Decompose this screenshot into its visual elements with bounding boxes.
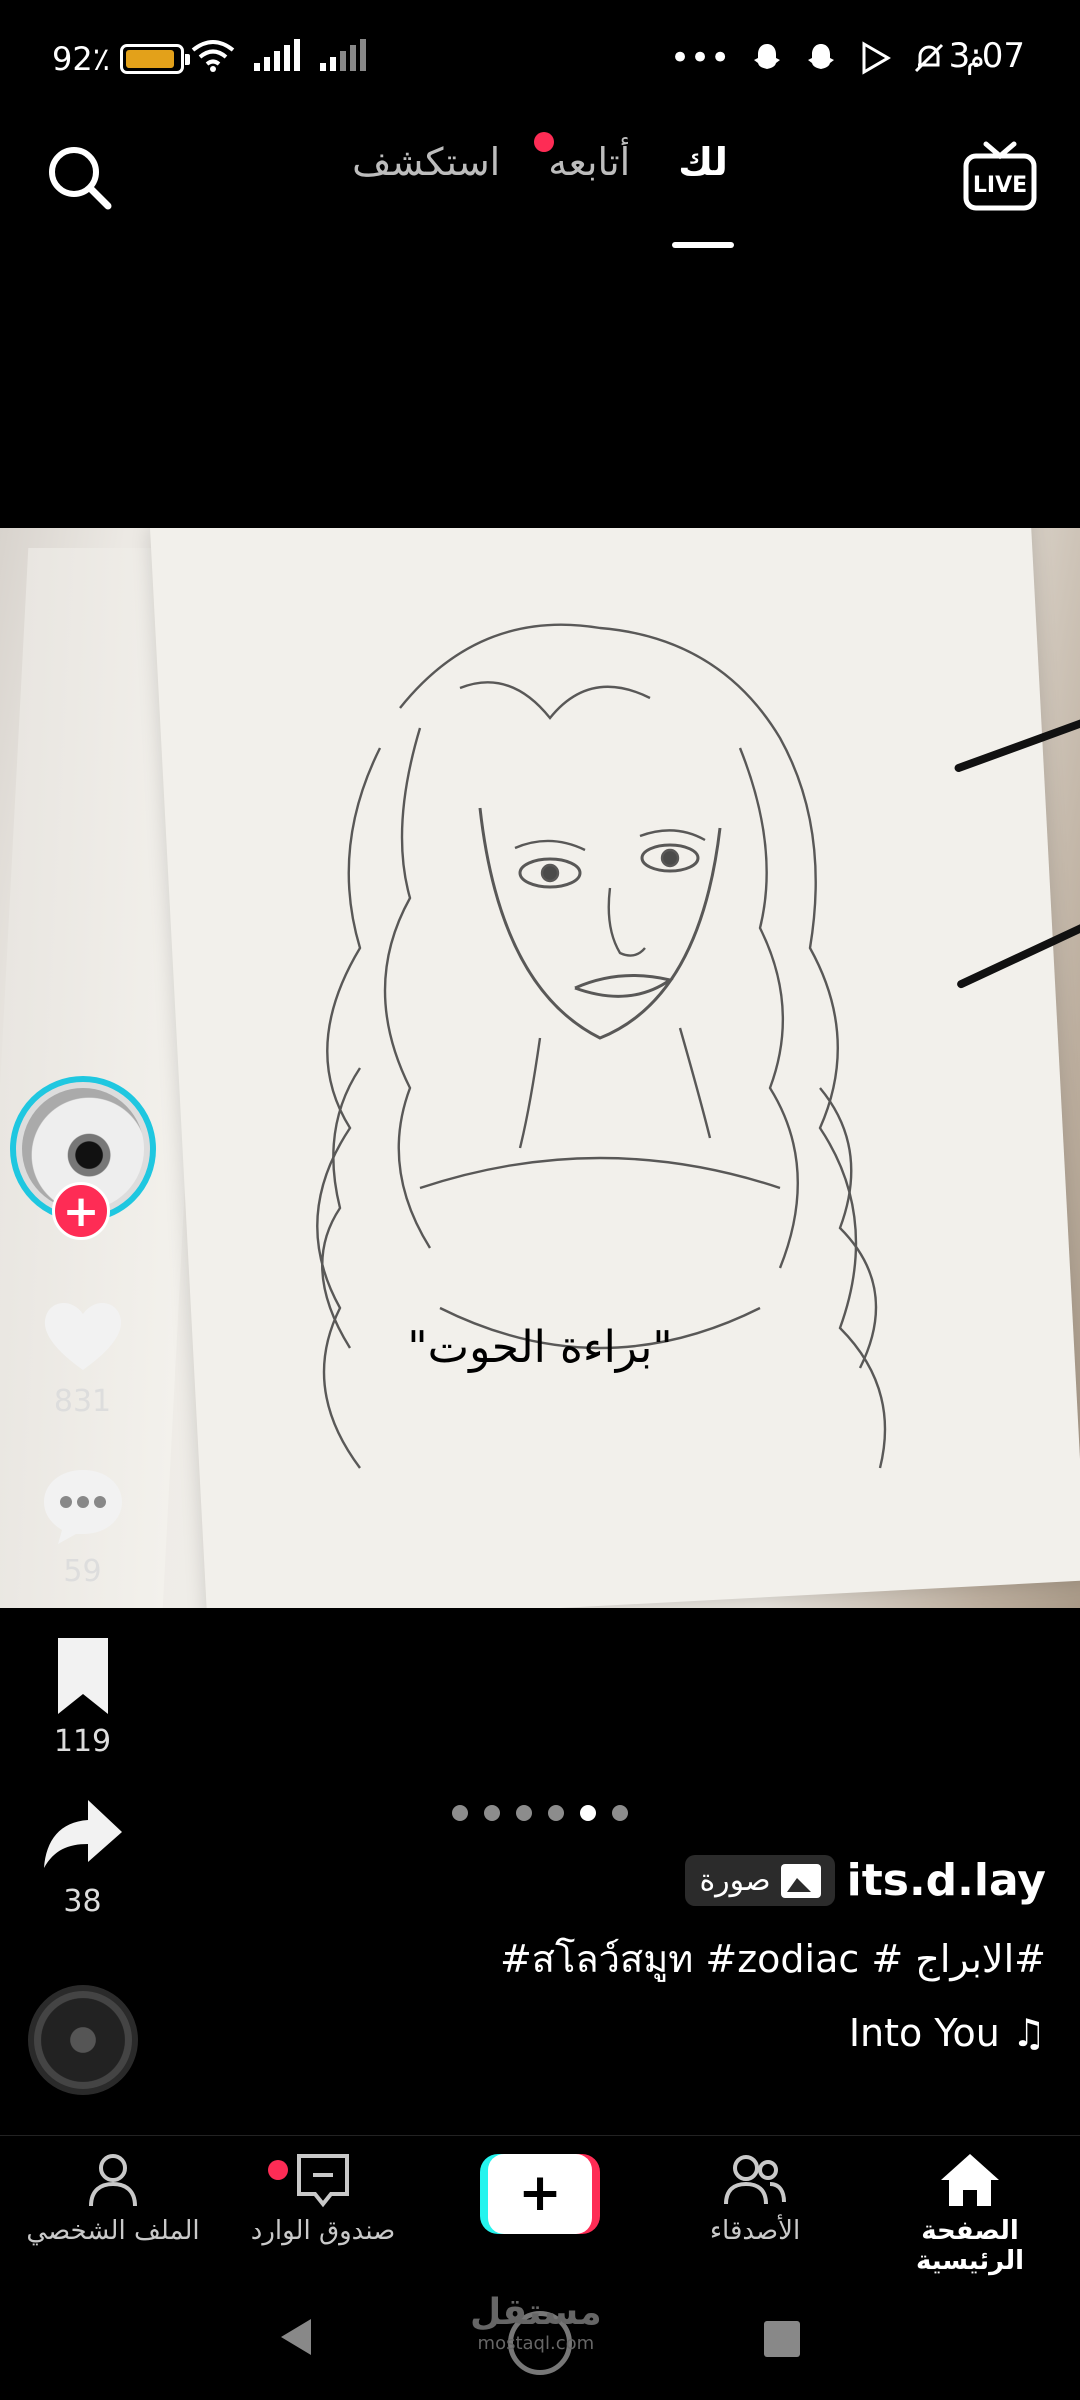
image-icon <box>780 1863 821 1898</box>
username[interactable]: its.d.lay <box>847 1855 1046 1906</box>
home-icon <box>941 2154 999 2206</box>
music-title[interactable]: Into You ♫ <box>146 2011 1046 2055</box>
profile-icon <box>89 2154 137 2207</box>
inbox-notification-dot <box>268 2160 288 2180</box>
tab-for-you[interactable]: لك <box>672 140 735 248</box>
top-nav: لك أتابعه استكشف LIVE <box>0 120 1080 248</box>
svg-text:LIVE: LIVE <box>973 173 1027 198</box>
nav-friends[interactable]: الأصدقاء <box>650 2150 860 2246</box>
tab-following[interactable]: أتابعه <box>534 132 630 230</box>
watermark: مستقل mostaql.com <box>470 2292 602 2354</box>
back-icon[interactable] <box>275 2315 315 2359</box>
post-info: its.d.lay صورة #الابراج # สโลว์สมูท #zod… <box>146 1855 1046 2055</box>
pager-dot <box>548 1805 564 1821</box>
muted-bell-icon <box>915 43 944 73</box>
bookmark-icon <box>57 1638 108 1714</box>
battery-icon <box>119 44 190 74</box>
cell-signal-icon <box>254 39 300 71</box>
feed-tabs: لك أتابعه استكشف <box>340 132 740 248</box>
wifi-icon <box>191 40 235 72</box>
portrait-sketch <box>316 623 887 1469</box>
save-count: 119 <box>53 1724 112 1759</box>
plus-icon: + <box>488 2154 592 2234</box>
photo-type-badge: صورة <box>685 1855 835 1906</box>
create-button[interactable]: + <box>480 2154 600 2234</box>
play-store-icon <box>862 41 892 75</box>
snapchat-icon <box>754 44 781 69</box>
battery-percent: 92٪ <box>52 40 110 78</box>
tab-explore[interactable]: استكشف <box>352 140 500 230</box>
signal-icons <box>190 38 368 72</box>
pager-dot <box>452 1805 468 1821</box>
share-count: 38 <box>63 1884 102 1919</box>
nav-profile[interactable]: الملف الشخصي <box>8 2150 218 2246</box>
photo-type-label: صورة <box>699 1863 771 1898</box>
live-icon[interactable]: LIVE <box>960 136 1040 216</box>
nav-inbox[interactable]: صندوق الوارد <box>218 2150 428 2246</box>
status-bar: 92٪ ••• م 3:07 <box>0 0 1080 120</box>
comment-icon <box>43 1470 122 1544</box>
nav-home[interactable]: الصفحة الرئيسية <box>865 2150 1075 2276</box>
music-disc[interactable] <box>28 1985 138 2095</box>
share-arrow-icon <box>43 1800 122 1868</box>
more-icon: ••• <box>670 38 731 78</box>
cell-signal-2-icon <box>320 39 366 71</box>
clock: 3:07 <box>948 36 1025 76</box>
pager-dot <box>612 1805 628 1821</box>
notification-icons: ••• م <box>670 38 985 78</box>
post-image[interactable] <box>0 528 1080 1608</box>
heart-icon <box>44 1302 121 1370</box>
comment-button[interactable]: 59 <box>0 1460 165 1589</box>
inbox-icon <box>297 2154 349 2208</box>
snapchat-icon-2 <box>808 44 835 69</box>
pager-dot <box>516 1805 532 1821</box>
pager-dot <box>580 1805 596 1821</box>
post-description[interactable]: #الابراج # สโลว์สมูท #zodiac# <box>146 1928 1046 1989</box>
follow-button[interactable]: + <box>52 1182 110 1240</box>
image-pager <box>0 1805 1080 1821</box>
battery-indicator: 92٪ <box>52 40 190 78</box>
like-button[interactable]: 831 <box>0 1290 165 1419</box>
search-icon[interactable] <box>44 142 114 212</box>
comment-count: 59 <box>63 1554 102 1589</box>
recents-button[interactable] <box>764 2321 800 2357</box>
bottom-nav: الملف الشخصي صندوق الوارد + الأصدقاء الص… <box>0 2135 1080 2285</box>
pager-dot <box>484 1805 500 1821</box>
friends-icon <box>724 2155 786 2205</box>
like-count: 831 <box>53 1384 112 1419</box>
save-button[interactable]: 119 <box>0 1630 165 1759</box>
